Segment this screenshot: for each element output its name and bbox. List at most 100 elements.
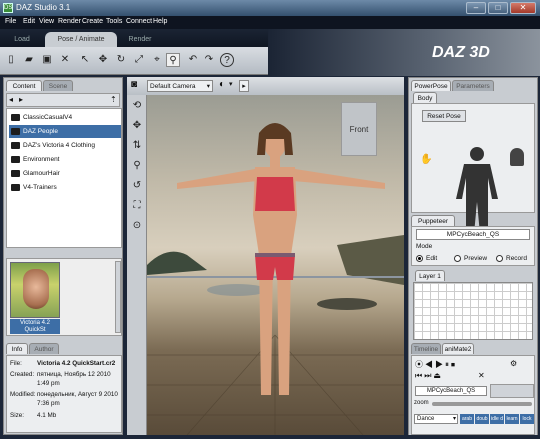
tab-animate2[interactable]: aniMate2 (442, 343, 474, 354)
new-file-icon[interactable]: ▯ (4, 53, 18, 67)
mode-edit-radio[interactable] (416, 255, 423, 262)
app-logo-icon: DS (3, 3, 13, 13)
chevron-down-icon[interactable]: ▾ (229, 80, 233, 88)
zoom-slider[interactable] (432, 402, 532, 406)
menu-view[interactable]: View (39, 18, 54, 25)
3d-scene[interactable]: Front (147, 95, 404, 435)
skip-controls[interactable]: ⏮⏭⏏ (415, 371, 443, 381)
folder-item[interactable]: Environment (9, 153, 121, 166)
delete-icon[interactable]: ✕ (58, 53, 72, 67)
undo-icon[interactable]: ↶ (186, 53, 200, 67)
thumbnail-label: Victoria 4.2 QuickSt (10, 319, 60, 334)
mode-preview-radio[interactable] (454, 255, 461, 262)
frame-icon[interactable]: ⛶ (130, 199, 144, 213)
save-icon[interactable]: ▣ (40, 53, 54, 67)
folder-item[interactable]: ClassicCasualV4 (9, 111, 121, 124)
aim-icon[interactable]: ⊙ (130, 219, 144, 233)
clip-button[interactable]: doub (475, 414, 489, 424)
orbit-icon[interactable]: ⟲ (130, 99, 144, 113)
camera-icon[interactable]: ◙ (131, 79, 137, 90)
folder-icon (11, 170, 20, 177)
close-button[interactable]: ✕ (510, 2, 536, 14)
tab-scene[interactable]: Scene (43, 80, 73, 91)
menu-create[interactable]: Create (82, 18, 103, 25)
tab-puppeteer[interactable]: Puppeteer (411, 215, 455, 226)
tab-load[interactable]: Load (2, 32, 42, 47)
clip-button[interactable]: idle d (490, 414, 504, 424)
menu-help[interactable]: Help (153, 18, 167, 25)
up-folder-icon[interactable]: ⇡ (110, 95, 120, 105)
menu-render[interactable]: Render (58, 18, 81, 25)
powerpose-panel: PowerPose Parameters Body Reset Pose ✋ P… (408, 77, 538, 435)
mode-record-label: Record (506, 255, 527, 262)
info-value: понедельник, Август 9 2010 7:36 pm (37, 391, 118, 407)
tab-layer-1[interactable]: Layer 1 (415, 270, 445, 281)
help-icon[interactable]: ? (220, 53, 234, 67)
zoom-icon[interactable]: ⚲ (130, 159, 144, 173)
thumb-scrollbar[interactable] (115, 261, 121, 333)
transport-controls[interactable]: ⦿◀▶⏸⏹ (415, 359, 457, 370)
folder-item[interactable]: DAZ's Victoria 4 Clothing (9, 139, 121, 152)
tab-parameters[interactable]: Parameters (452, 80, 494, 91)
tab-pose-animate[interactable]: Pose / Animate (45, 32, 117, 47)
clip-button[interactable]: arab (460, 414, 474, 424)
folder-item[interactable]: GlamourHair (9, 167, 121, 180)
tab-timeline[interactable]: Timeline (411, 343, 441, 354)
menu-edit[interactable]: Edit (23, 18, 35, 25)
camera-select[interactable]: Default Camera ▾ (147, 80, 213, 92)
clip-button[interactable]: lock (520, 414, 534, 424)
victoria-thumbnail[interactable] (10, 262, 60, 318)
puppeteer-file-field[interactable]: MPCycBeach_QS (416, 229, 530, 240)
info-value: пятница, Ноябрь 12 2010 1:49 pm (37, 371, 111, 387)
menu-connect[interactable]: Connect (126, 18, 152, 25)
back-arrow-icon[interactable]: ◂ (9, 95, 19, 105)
mode-preview-label: Preview (464, 255, 488, 262)
folder-item[interactable]: V4-Trainers (9, 181, 121, 194)
dolly-icon[interactable]: ⇅ (130, 139, 144, 153)
play-icon[interactable]: ▸ (239, 80, 249, 92)
folder-list: ClassicCasualV4 DAZ People DAZ's Victori… (6, 108, 122, 248)
tab-author[interactable]: Author (29, 343, 59, 354)
joint-tool-icon[interactable]: ⌖ (150, 53, 164, 67)
delete-clip-icon[interactable]: ✕ (478, 371, 485, 380)
hands-icon[interactable]: ✋ (420, 154, 432, 165)
maximize-button[interactable]: □ (488, 2, 508, 14)
tab-info[interactable]: Info (6, 343, 28, 354)
content-nav-bar: ◂ ▸ ⇡ (6, 93, 120, 107)
view-cube-front[interactable]: Front (341, 102, 377, 156)
anim-file-field[interactable]: MPCycBeach_QS (415, 386, 487, 396)
bank-icon[interactable]: ↺ (130, 179, 144, 193)
mode-record-radio[interactable] (496, 255, 503, 262)
tab-content[interactable]: Content (6, 80, 42, 91)
redo-icon[interactable]: ↷ (202, 53, 216, 67)
open-folder-icon[interactable]: ▰ (22, 53, 36, 67)
translate-tool-icon[interactable]: ✥ (96, 53, 110, 67)
pose-tool-icon[interactable]: ⚲ (166, 53, 180, 67)
scale-tool-icon[interactable]: ⤢ (132, 53, 146, 67)
clip-button[interactable]: learn (505, 414, 519, 424)
viewport-panel: ◙ Default Camera ▾ ◐ ▾ ▸ ⟲ ✥ ⇅ ⚲ ↺ ⛶ ⊙ F… (127, 77, 404, 435)
folder-item[interactable]: DAZ People (9, 125, 121, 138)
pointer-tool-icon[interactable]: ↖ (78, 53, 92, 67)
folder-icon (11, 184, 20, 191)
rotate-tool-icon[interactable]: ↻ (114, 53, 128, 67)
info-key: Created: (10, 371, 35, 378)
anim-timeline-strip[interactable] (490, 384, 534, 398)
minimize-button[interactable]: – (466, 2, 486, 14)
category-select[interactable]: Dance ▾ (414, 414, 458, 424)
info-value: 4.1 Mb (37, 412, 57, 419)
head-icon[interactable] (510, 148, 524, 166)
menu-file[interactable]: File (5, 18, 16, 25)
layer-grid[interactable] (413, 282, 533, 340)
forward-arrow-icon[interactable]: ▸ (19, 95, 29, 105)
reset-pose-button[interactable]: Reset Pose (422, 110, 466, 122)
folder-icon (11, 142, 20, 149)
tab-powerpose[interactable]: PowerPose (411, 80, 451, 91)
tab-render[interactable]: Render (120, 32, 160, 47)
menu-tools[interactable]: Tools (106, 18, 122, 25)
display-style-icon[interactable]: ◐ (219, 79, 225, 90)
pan-icon[interactable]: ✥ (130, 119, 144, 133)
tab-body[interactable]: Body (413, 92, 437, 103)
info-key: Modified: (10, 391, 36, 398)
keyframe-icon[interactable]: ⚙ (510, 359, 517, 368)
